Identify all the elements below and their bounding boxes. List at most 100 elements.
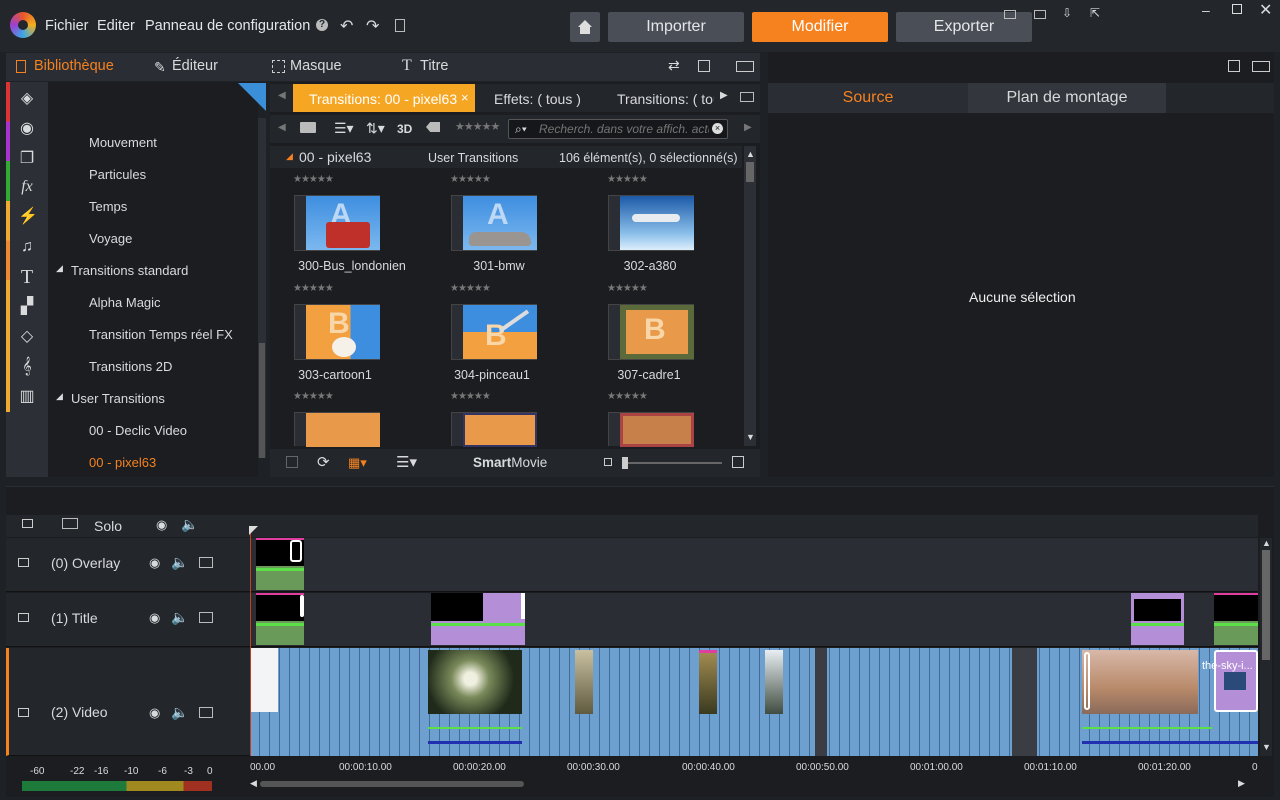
lock-icon[interactable]	[18, 708, 29, 717]
monitor-icon[interactable]	[62, 518, 78, 529]
scroll-thumb[interactable]	[260, 781, 524, 787]
thumb-bus[interactable]: A	[294, 195, 380, 251]
tree-group-standard[interactable]: Transitions standard	[71, 263, 188, 278]
tree-item[interactable]: Mouvement	[89, 135, 157, 150]
overlay-clip[interactable]	[256, 538, 304, 590]
collection-icon[interactable]	[286, 456, 298, 468]
tree-item[interactable]: Alpha Magic	[89, 295, 161, 310]
track-overlay-header[interactable]: (0) Overlay ◉ 🔈	[6, 538, 250, 592]
eye-icon[interactable]: ◉	[149, 705, 160, 721]
slider-handle[interactable]	[622, 457, 628, 469]
large-size-icon[interactable]	[732, 456, 744, 468]
tree-item[interactable]: 00 - Declic Video	[89, 423, 187, 438]
tree-item[interactable]: Particules	[89, 167, 146, 182]
details-view-icon[interactable]: ☰▾	[396, 453, 417, 471]
document-icon[interactable]	[395, 19, 405, 32]
time-ruler[interactable]: 00.00 00:00:10.00 00:00:20.00 00:00:30.0…	[250, 757, 1258, 777]
playhead[interactable]	[250, 526, 251, 756]
playhead-handle[interactable]	[249, 526, 258, 535]
scroll-right-icon[interactable]: ▶	[1238, 778, 1245, 789]
sort-icon[interactable]: ⇅▾	[366, 120, 385, 137]
tab-mask[interactable]: Masque	[290, 58, 342, 74]
scroll-up-icon[interactable]: ▲	[1262, 538, 1271, 548]
thumb-a380[interactable]	[608, 195, 694, 251]
folder-icon[interactable]	[300, 122, 316, 133]
redo-icon[interactable]: ↷	[366, 16, 379, 36]
rating-stars[interactable]: ★★★★★	[450, 391, 491, 402]
tab-transitions-all[interactable]: Transitions: ( tou	[617, 91, 714, 107]
layout-icon[interactable]	[1004, 10, 1016, 19]
rating-stars[interactable]: ★★★★★	[607, 391, 648, 402]
search-box[interactable]: ⌕▾ ×	[508, 119, 728, 139]
grid-view-icon[interactable]: ▦▾	[348, 455, 367, 471]
timeline-vscroll[interactable]: ▲ ▼	[1260, 538, 1272, 756]
layout2-icon[interactable]	[1034, 10, 1046, 19]
tree-item[interactable]: Temps	[89, 199, 127, 214]
tab-scroll-right-icon[interactable]: ▶	[720, 90, 728, 101]
refresh-icon[interactable]: ⟳	[317, 453, 330, 471]
minimize-icon[interactable]: –	[1202, 2, 1210, 18]
eye-icon[interactable]: ◉	[149, 555, 160, 571]
solo-label[interactable]: Solo	[94, 518, 122, 534]
track-name[interactable]: (1) Title	[51, 610, 98, 626]
tree-item[interactable]: Transitions 2D	[89, 359, 172, 374]
collapse-arrow-icon[interactable]: ◢	[286, 151, 293, 162]
collapse-arrow-icon[interactable]: ◢	[56, 391, 63, 402]
scroll-up-icon[interactable]: ▲	[746, 149, 755, 159]
download-icon[interactable]: ⇩	[1062, 6, 1072, 20]
speaker-icon[interactable]: 🔈	[171, 704, 188, 721]
thumb-cadre[interactable]: B	[608, 304, 694, 360]
video-clip[interactable]	[575, 650, 593, 714]
rating-stars[interactable]: ★★★★★	[607, 283, 648, 294]
tab-transitions-pixel63[interactable]: Transitions: 00 - pixel63 ×	[293, 84, 475, 112]
trim-handle[interactable]	[290, 540, 302, 562]
lock-icon[interactable]	[18, 613, 29, 622]
rating-stars[interactable]: ★★★★★	[607, 174, 648, 185]
tree-item[interactable]: Voyage	[89, 231, 132, 246]
trim-handle[interactable]	[521, 593, 525, 619]
track-video-header[interactable]: (2) Video ◉ 🔈	[6, 648, 250, 756]
video-clip-sky[interactable]: the-sky-i...	[1202, 650, 1258, 712]
music-icon[interactable]: ♫	[18, 238, 36, 256]
tree-item-selected[interactable]: 00 - pixel63	[89, 455, 156, 470]
speaker-icon[interactable]: 🔈	[181, 516, 198, 533]
disc-icon[interactable]: ◉	[18, 120, 36, 138]
title-clip[interactable]	[1131, 593, 1184, 645]
menu-control-panel[interactable]: Panneau de configuration	[145, 18, 310, 34]
monitor-icon[interactable]	[199, 707, 213, 718]
forward-icon[interactable]: ▶	[744, 122, 752, 133]
piano-icon[interactable]: ▥	[18, 388, 36, 406]
title-clip[interactable]	[1214, 593, 1258, 645]
scroll-thumb[interactable]	[1262, 550, 1270, 660]
menu-file[interactable]: Fichier	[45, 18, 89, 34]
tab-timeline[interactable]: Plan de montage	[968, 83, 1166, 113]
tab-title[interactable]: Titre	[420, 58, 448, 74]
montage-icon[interactable]: ▞	[18, 298, 36, 316]
transition-icon[interactable]: ⚡	[18, 208, 38, 226]
back-icon[interactable]: ◀	[278, 122, 286, 133]
panel-layout-icon[interactable]	[1252, 61, 1270, 72]
thumb-bmw[interactable]: A	[451, 195, 537, 251]
thumb-partial[interactable]	[451, 412, 537, 447]
home-button[interactable]	[570, 12, 600, 42]
tab-scroll-left-icon[interactable]: ◀	[278, 90, 286, 101]
tab-editor[interactable]: Éditeur	[172, 58, 218, 74]
menu-edit[interactable]: Editer	[97, 18, 135, 34]
monitor-icon[interactable]	[199, 557, 213, 568]
timeline-hscroll[interactable]: ◀ ▶	[250, 778, 1250, 790]
undo-icon[interactable]: ↶	[340, 16, 353, 36]
thumb-partial[interactable]	[294, 412, 380, 447]
thumb-cartoon[interactable]: B	[294, 304, 380, 360]
smartmovie-button[interactable]: SmartMovie	[473, 455, 547, 470]
speaker-icon[interactable]: 🔈	[171, 609, 188, 626]
tab-effects[interactable]: Effets: ( tous )	[494, 91, 581, 107]
video-clip-white[interactable]	[250, 648, 278, 712]
tree-scrollbar[interactable]	[258, 118, 266, 458]
photos-icon[interactable]: ❐	[18, 150, 36, 168]
tree-item[interactable]: Transition Temps réel FX	[89, 327, 233, 342]
scroll-thumb[interactable]	[259, 343, 265, 458]
track-title-header[interactable]: (1) Title ◉ 🔈	[6, 593, 250, 647]
thumb-pinceau[interactable]: B	[451, 304, 537, 360]
scroll-left-icon[interactable]: ◀	[250, 778, 257, 789]
rating-filter[interactable]: ★★★★★	[455, 120, 500, 133]
